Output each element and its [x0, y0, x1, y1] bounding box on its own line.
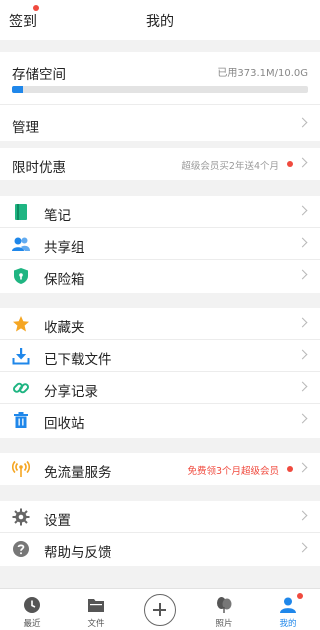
plus-circle-icon[interactable] [144, 594, 176, 626]
free-traffic-section: 免流量服务 免费领3个月超级会员 [0, 453, 320, 485]
tab-mine[interactable]: 我的 [256, 589, 320, 630]
settings-section: 设置 帮助与反馈 [0, 501, 320, 566]
tab-mine-label: 我的 [279, 619, 297, 629]
question-circle-icon [12, 540, 30, 558]
settings-label: 设置 [44, 513, 71, 529]
chevron-right-icon [297, 237, 308, 248]
promo-row[interactable]: 限时优惠 超级会员买2年送4个月 [0, 148, 320, 180]
favorites-label: 收藏夹 [44, 320, 85, 336]
safe-box-label: 保险箱 [44, 272, 85, 288]
chevron-right-icon [297, 269, 308, 280]
files-section: 收藏夹 已下载文件 分享记录 回收站 [0, 308, 320, 438]
chevron-right-icon [297, 413, 308, 424]
chevron-right-icon [297, 157, 308, 168]
tab-files-label: 文件 [87, 619, 105, 629]
storage-progress-fill [12, 86, 23, 93]
safe-box-row[interactable]: 保险箱 [0, 260, 320, 292]
chevron-right-icon [297, 205, 308, 216]
bottom-tab-bar: 最近 文件 照片 我的 [0, 588, 320, 630]
recycle-bin-row[interactable]: 回收站 [0, 404, 320, 436]
chevron-right-icon [297, 117, 308, 128]
chevron-right-icon [297, 542, 308, 553]
star-icon [12, 315, 30, 333]
share-group-row[interactable]: 共享组 [0, 228, 320, 260]
top-bar: 签到 我的 [0, 0, 320, 40]
favorites-row[interactable]: 收藏夹 [0, 308, 320, 340]
tab-mine-badge [297, 593, 303, 599]
free-traffic-hint: 免费领3个月超级会员 [187, 466, 279, 477]
tab-add[interactable] [128, 589, 192, 630]
downloaded-row[interactable]: 已下载文件 [0, 340, 320, 372]
tab-photos-label: 照片 [215, 619, 233, 629]
clock-icon [23, 596, 41, 614]
signal-tower-icon [12, 460, 30, 478]
user-icon [279, 596, 297, 614]
tab-photos[interactable]: 照片 [192, 589, 256, 630]
tools-section: 笔记 共享组 保险箱 [0, 196, 320, 293]
tab-recent[interactable]: 最近 [0, 589, 64, 630]
page-title: 我的 [146, 14, 174, 30]
free-traffic-badge [287, 466, 293, 472]
promo-label: 限时优惠 [12, 160, 66, 176]
storage-title: 存储空间 [12, 67, 66, 83]
gear-icon [12, 508, 30, 526]
chevron-right-icon [297, 381, 308, 392]
trash-icon [12, 411, 30, 429]
promo-hint: 超级会员买2年送4个月 [181, 161, 279, 172]
storage-section: 存储空间 已用373.1M/10.0G 管理 [0, 52, 320, 141]
notebook-icon [12, 203, 30, 221]
tab-recent-label: 最近 [23, 619, 41, 629]
notes-label: 笔记 [44, 208, 71, 224]
recycle-bin-label: 回收站 [44, 416, 85, 432]
promo-section: 限时优惠 超级会员买2年送4个月 [0, 148, 320, 180]
notes-row[interactable]: 笔记 [0, 196, 320, 228]
chevron-right-icon [297, 349, 308, 360]
share-records-label: 分享记录 [44, 384, 98, 400]
settings-row[interactable]: 设置 [0, 501, 320, 533]
chevron-right-icon [297, 510, 308, 521]
tab-files[interactable]: 文件 [64, 589, 128, 630]
free-traffic-label: 免流量服务 [44, 465, 112, 481]
link-icon [12, 379, 30, 397]
help-row[interactable]: 帮助与反馈 [0, 533, 320, 565]
manage-row[interactable]: 管理 [0, 104, 320, 140]
photo-leaves-icon [215, 596, 233, 614]
share-records-row[interactable]: 分享记录 [0, 372, 320, 404]
promo-badge [287, 161, 293, 167]
chevron-right-icon [297, 462, 308, 473]
downloaded-label: 已下载文件 [44, 352, 112, 368]
group-users-icon [12, 235, 30, 253]
folder-icon [87, 596, 105, 614]
help-label: 帮助与反馈 [44, 545, 112, 561]
storage-used-text: 已用373.1M/10.0G [217, 68, 308, 79]
storage-progress-bar [12, 86, 308, 93]
manage-label: 管理 [12, 120, 39, 136]
download-icon [12, 347, 30, 365]
share-group-label: 共享组 [44, 240, 85, 256]
free-traffic-row[interactable]: 免流量服务 免费领3个月超级会员 [0, 453, 320, 485]
chevron-right-icon [297, 317, 308, 328]
shield-lock-icon [12, 267, 30, 285]
